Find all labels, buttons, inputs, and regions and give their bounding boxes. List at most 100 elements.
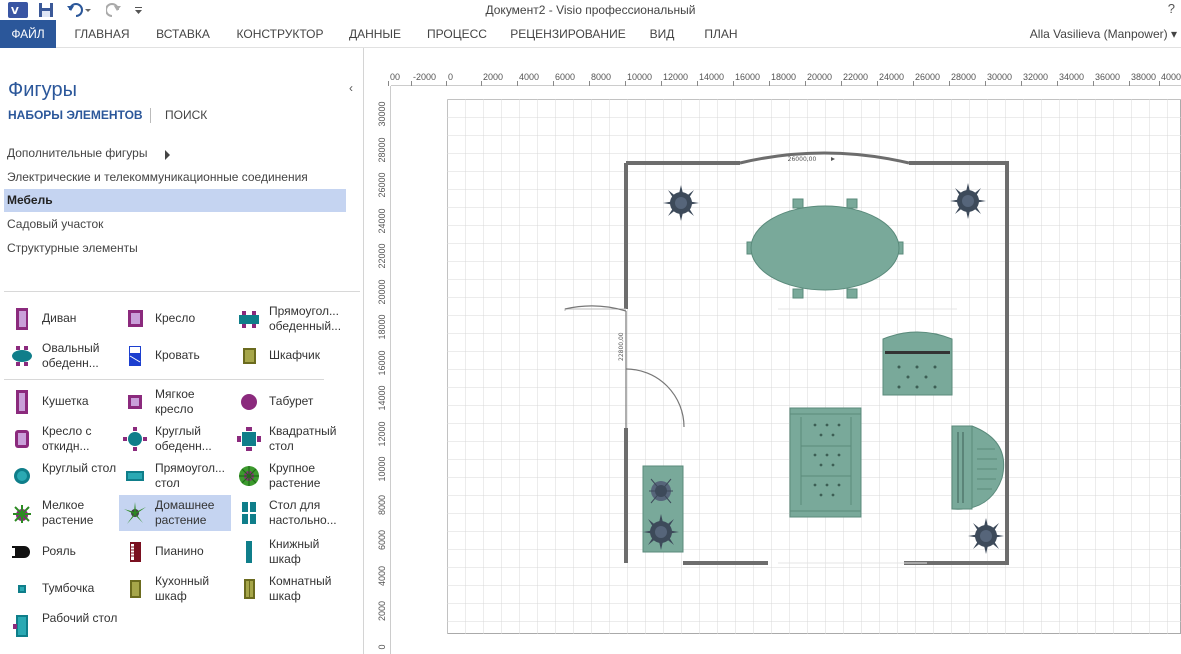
shape-sofa[interactable]: Диван — [6, 301, 118, 337]
shape-room-cabinet[interactable]: Комнатный шкаф — [233, 571, 345, 607]
ruler-tick-label: 18000 — [377, 314, 387, 340]
ruler-tick-label: 22000 — [843, 72, 869, 82]
shape-label: Прямоугол... обеденный... — [269, 304, 342, 333]
oval-dining-table-icon — [12, 346, 32, 366]
floor-plan[interactable]: 26000,00 22800,00 — [447, 99, 1181, 634]
shape-bed[interactable]: Кровать — [119, 338, 231, 374]
shape-label: Мягкое кресло — [155, 387, 195, 416]
stencil-electrical[interactable]: Электрические и телекоммуникационные сое… — [4, 166, 346, 189]
ruler-tick-label: 22000 — [377, 243, 387, 269]
tab-review[interactable]: РЕЦЕНЗИРОВАНИЕ — [506, 20, 630, 48]
round-table-icon — [14, 468, 30, 484]
submenu-arrow-icon — [165, 150, 170, 160]
houseplant[interactable] — [663, 185, 699, 221]
game-table-icon — [242, 502, 256, 524]
shape-soft-chair[interactable]: Мягкое кресло — [119, 384, 231, 420]
shape-oval-dining-table[interactable]: Овальный обеденн... — [6, 338, 118, 374]
shape-label: Овальный обеденн... — [42, 341, 100, 370]
ruler-tick-label: 24000 — [879, 72, 905, 82]
grand-piano-icon — [12, 546, 30, 558]
stencil-more-shapes[interactable]: Дополнительные фигуры — [4, 142, 346, 165]
ruler-tick-label: 12000 — [377, 420, 387, 447]
ruler-tick — [949, 81, 950, 86]
shape-rect-dining-table[interactable]: Прямоугол... обеденный... — [233, 301, 345, 337]
sofa[interactable] — [789, 407, 862, 518]
title-bar: V Документ2 - Visio профессиональный ? — [0, 0, 1181, 20]
shape-couch[interactable]: Кушетка — [6, 384, 118, 420]
piano-icon — [130, 542, 141, 562]
houseplant[interactable] — [643, 514, 679, 550]
tab-view[interactable]: ВИД — [642, 20, 682, 48]
nightstand-icon — [18, 585, 26, 593]
tab-design[interactable]: КОНСТРУКТОР — [228, 20, 332, 48]
shape-label: Кресло с откидн... — [42, 424, 92, 453]
tab-data[interactable]: ДАННЫЕ — [342, 20, 408, 48]
houseplant-icon — [124, 502, 146, 524]
ruler-tick — [1021, 81, 1022, 86]
shape-armchair[interactable]: Кресло — [119, 301, 231, 337]
soft-chair-icon — [128, 395, 142, 409]
user-account[interactable]: Alla Vasilieva (Manpower) ▾ — [1030, 20, 1181, 48]
shape-label: Мелкое растение — [42, 498, 94, 527]
shape-stool[interactable]: Табурет — [233, 384, 345, 420]
shape-label: Кушетка — [42, 394, 89, 408]
shape-large-plant[interactable]: Крупное растение — [233, 458, 345, 494]
shape-desk[interactable]: Рабочий стол — [6, 608, 118, 644]
rect-table-icon — [126, 471, 144, 481]
ruler-tick-label: 12000 — [663, 72, 689, 82]
stencil-garden[interactable]: Садовый участок — [4, 213, 346, 236]
armchair[interactable] — [882, 331, 953, 396]
shape-round-dining-table[interactable]: Круглый обеденн... — [119, 421, 231, 457]
ruler-tick-label: 28000 — [377, 136, 387, 163]
stencil-structural[interactable]: Структурные элементы — [4, 237, 346, 260]
shape-game-table[interactable]: Стол для настольно... — [233, 495, 345, 531]
shape-label: Домашнее растение — [155, 498, 215, 527]
shape-label: Рабочий стол — [42, 611, 118, 625]
ruler-tick-label: 10000 — [627, 72, 653, 82]
ruler-tick-label: 30000 — [987, 72, 1013, 82]
tab-plan[interactable]: ПЛАН — [694, 20, 748, 48]
tab-search[interactable]: ПОИСК — [165, 108, 207, 122]
tab-process[interactable]: ПРОЦЕСС — [420, 20, 494, 48]
ruler-tick-label: 6000 — [377, 529, 387, 551]
help-button[interactable]: ? — [1168, 1, 1175, 16]
shape-rect-table[interactable]: Прямоугол... стол — [119, 458, 231, 494]
ruler-tick-label: 16000 — [735, 72, 761, 82]
ruler-tick-label: 14000 — [699, 72, 725, 82]
houseplant[interactable] — [950, 183, 986, 219]
tab-home[interactable]: ГЛАВНАЯ — [64, 20, 140, 48]
tab-stencil-sets[interactable]: НАБОРЫ ЭЛЕМЕНТОВ — [8, 108, 143, 122]
shape-square-table[interactable]: Квадратный стол — [233, 421, 345, 457]
ruler-tick-label: -2000 — [413, 72, 437, 82]
shape-label: Табурет — [269, 394, 314, 408]
ruler-tick — [1129, 81, 1130, 86]
ruler-tick-label: 30000 — [377, 101, 387, 127]
recliner-icon — [15, 430, 29, 448]
shape-label: Пианино — [155, 544, 204, 558]
shapes-divider — [4, 379, 324, 380]
shapes-pane: Фигуры ‹ НАБОРЫ ЭЛЕМЕНТОВ ПОИСК Дополнит… — [0, 48, 364, 654]
shape-bookcase[interactable]: Книжный шкаф — [233, 534, 345, 570]
shape-round-table[interactable]: Круглый стол — [6, 458, 118, 494]
houseplant[interactable] — [968, 518, 1004, 554]
tab-insert[interactable]: ВСТАВКА — [148, 20, 218, 48]
shape-label: Стол для настольно... — [269, 498, 337, 527]
shape-small-plant[interactable]: Мелкое растение — [6, 495, 118, 531]
shape-houseplant[interactable]: Домашнее растение — [119, 495, 231, 531]
ruler-tick — [481, 81, 482, 86]
ruler-tick-label: 8000 — [591, 72, 612, 82]
shape-recliner[interactable]: Кресло с откидн... — [6, 421, 118, 457]
shape-kitchen-cabinet[interactable]: Кухонный шкаф — [119, 571, 231, 607]
shape-label: Кровать — [155, 348, 200, 362]
user-name: Alla Vasilieva (Manpower) — [1029, 27, 1168, 41]
shape-cabinet[interactable]: Шкафчик — [233, 338, 345, 374]
stencil-furniture[interactable]: Мебель — [4, 189, 346, 212]
shape-grand-piano[interactable]: Рояль — [6, 534, 118, 570]
ruler-tick-label: 2000 — [377, 600, 387, 622]
tab-file[interactable]: ФАЙЛ — [0, 20, 56, 48]
collapse-pane-icon[interactable]: ‹ — [349, 81, 353, 95]
ruler-tick-label: 24000 — [377, 207, 387, 234]
shape-nightstand[interactable]: Тумбочка — [6, 571, 118, 607]
shape-piano[interactable]: Пианино — [119, 534, 231, 570]
ruler-tick-label: 36000 — [1095, 72, 1121, 82]
